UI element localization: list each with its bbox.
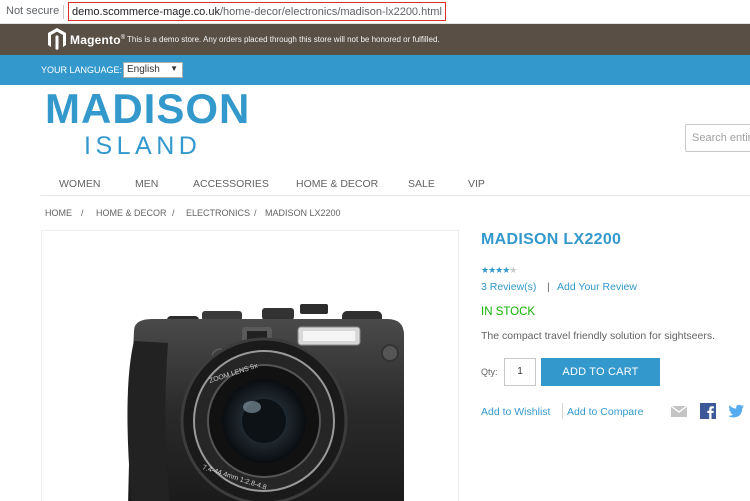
product-description: The compact travel friendly solution for… xyxy=(481,330,716,342)
add-to-cart-button[interactable]: ADD TO CART xyxy=(541,358,660,386)
magento-wordmark: Magento® xyxy=(70,33,126,47)
product-image-panel[interactable]: ZOOM LENS 5x 7.4-44.4mm 1:2.8-4.8 xyxy=(41,230,459,501)
url-field[interactable]: demo.scommerce-mage.co.uk/home-decor/ele… xyxy=(68,2,446,21)
camera-product-image: ZOOM LENS 5x 7.4-44.4mm 1:2.8-4.8 xyxy=(127,304,404,501)
url-path: /home-decor/electronics/madison-lx2200.h… xyxy=(219,6,442,18)
breadcrumb-electronics[interactable]: ELECTRONICS xyxy=(186,208,250,218)
rating-stars: ★★★★★ xyxy=(481,265,517,276)
add-to-compare-link[interactable]: Add to Compare xyxy=(567,406,643,418)
email-icon[interactable] xyxy=(670,402,688,420)
search-input[interactable]: Search entire store here... xyxy=(685,124,750,152)
demo-notice-text: This is a demo store. Any orders placed … xyxy=(127,35,440,44)
divider xyxy=(562,403,563,419)
url-host: demo.scommerce-mage.co.uk xyxy=(72,6,220,18)
nav-item-women[interactable]: WOMEN xyxy=(59,178,100,190)
language-bar: YOUR LANGUAGE: English ▼ xyxy=(0,55,750,85)
facebook-icon[interactable] xyxy=(699,402,717,420)
stock-status: IN STOCK xyxy=(481,306,536,318)
review-separator: | xyxy=(547,281,550,293)
breadcrumb-separator: / xyxy=(172,208,175,218)
product-title: MADISON LX2200 xyxy=(481,231,622,248)
nav-item-sale[interactable]: SALE xyxy=(408,178,435,190)
reviews-link[interactable]: 3 Review(s) xyxy=(481,281,536,293)
language-select[interactable]: English ▼ xyxy=(123,62,183,78)
main-nav: WOMEN MEN ACCESSORIES HOME & DECOR SALE … xyxy=(41,170,750,196)
language-label: YOUR LANGUAGE: xyxy=(41,65,123,75)
browser-address-bar: Not secure demo.scommerce-mage.co.uk/hom… xyxy=(0,0,750,24)
breadcrumb-separator: / xyxy=(81,208,84,218)
breadcrumb-home-decor[interactable]: HOME & DECOR xyxy=(96,208,167,218)
nav-item-accessories[interactable]: ACCESSORIES xyxy=(193,178,269,190)
magento-logo-icon xyxy=(48,28,66,50)
nav-item-home-decor[interactable]: HOME & DECOR xyxy=(296,178,378,190)
divider xyxy=(63,5,64,19)
add-to-wishlist-link[interactable]: Add to Wishlist xyxy=(481,406,550,418)
nav-item-vip[interactable]: VIP xyxy=(468,178,485,190)
star-empty-icon: ★ xyxy=(509,265,517,275)
twitter-icon[interactable] xyxy=(727,402,745,420)
chevron-down-icon: ▼ xyxy=(170,64,178,73)
security-indicator[interactable]: Not secure xyxy=(6,5,59,17)
store-logo-sub[interactable]: ISLAND xyxy=(84,131,201,161)
demo-notice-bar: Magento® This is a demo store. Any order… xyxy=(0,24,750,55)
store-logo[interactable]: MADISON xyxy=(45,86,250,132)
add-review-link[interactable]: Add Your Review xyxy=(557,281,637,293)
star-icon: ★★★★ xyxy=(481,265,510,275)
breadcrumb-current: MADISON LX2200 xyxy=(265,208,341,218)
breadcrumb-home[interactable]: HOME xyxy=(45,208,72,218)
language-selected-value: English xyxy=(127,64,160,75)
nav-item-men[interactable]: MEN xyxy=(135,178,158,190)
breadcrumb-separator: / xyxy=(254,208,257,218)
brand-text: Magento xyxy=(70,33,121,47)
qty-label: Qty: xyxy=(481,367,498,377)
qty-input[interactable]: 1 xyxy=(504,358,536,386)
